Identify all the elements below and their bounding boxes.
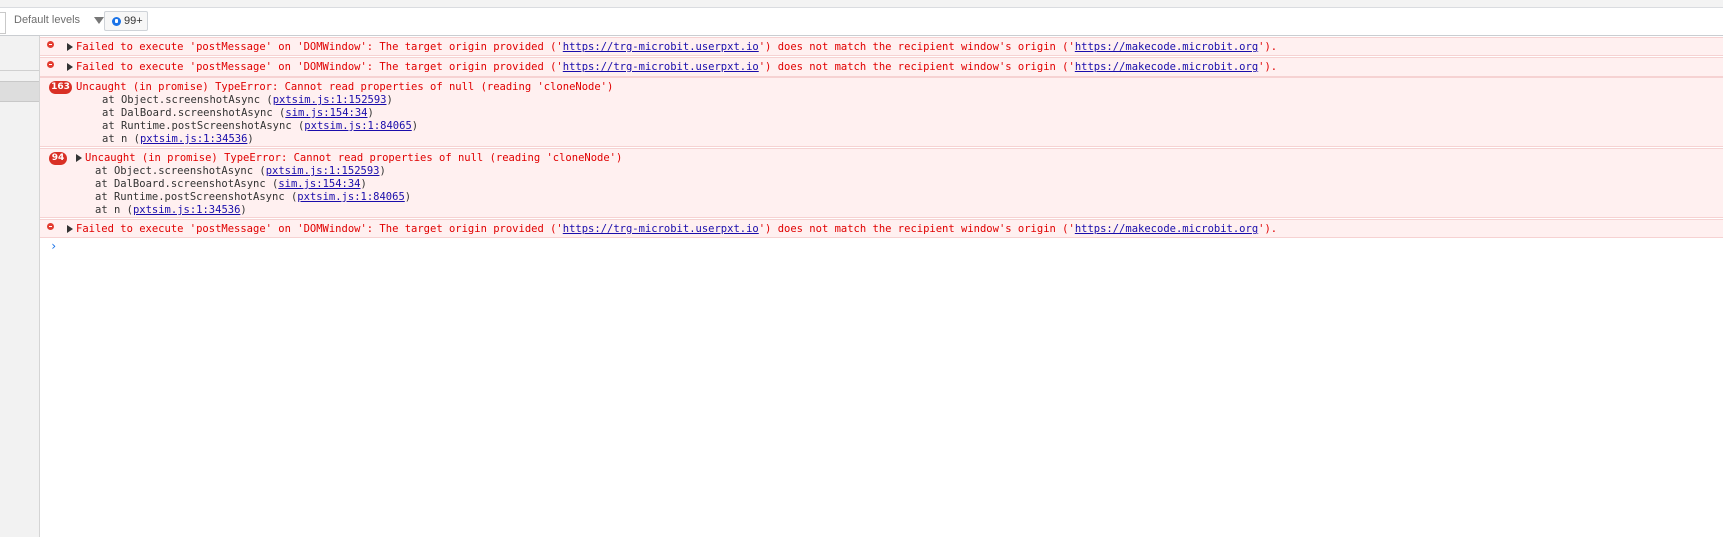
repeat-count-badge: 163	[49, 81, 72, 94]
console-message-error[interactable]: Failed to execute 'postMessage' on 'DOMW…	[40, 37, 1723, 56]
stack-frame: at n (pxtsim.js:1:34536)	[95, 204, 247, 216]
error-icon	[47, 223, 54, 230]
message-text: Failed to execute 'postMessage' on 'DOMW…	[76, 41, 1278, 53]
sidebar-item[interactable]	[0, 48, 39, 71]
stack-frame: at Runtime.postScreenshotAsync (pxtsim.j…	[95, 191, 412, 203]
recipient-link[interactable]: https://makecode.microbit.org	[1075, 41, 1258, 53]
console-message-error[interactable]: 94 Uncaught (in promise) TypeError: Cann…	[40, 148, 1723, 218]
message-text: Uncaught (in promise) TypeError: Cannot …	[85, 152, 623, 164]
console-sidebar	[0, 36, 40, 537]
expand-triangle-icon[interactable]	[67, 43, 73, 51]
stack-frame: at n (pxtsim.js:1:34536)	[102, 133, 254, 145]
message-text: Failed to execute 'postMessage' on 'DOMW…	[76, 61, 1278, 73]
console-message-error[interactable]: Failed to execute 'postMessage' on 'DOMW…	[40, 219, 1723, 238]
origin-link[interactable]: https://trg-microbit.userpxt.io	[563, 41, 759, 53]
expand-triangle-icon[interactable]	[67, 225, 73, 233]
message-text: Uncaught (in promise) TypeError: Cannot …	[76, 81, 614, 93]
top-strip	[0, 0, 1723, 8]
source-link[interactable]: pxtsim.js:1:34536	[140, 133, 247, 145]
sidebar-item-selected[interactable]	[0, 81, 39, 102]
recipient-link[interactable]: https://makecode.microbit.org	[1075, 223, 1258, 235]
console-message-error[interactable]: 163 Uncaught (in promise) TypeError: Can…	[40, 77, 1723, 147]
source-link[interactable]: sim.js:154:34	[278, 178, 360, 190]
console-message-error[interactable]: Failed to execute 'postMessage' on 'DOMW…	[40, 57, 1723, 77]
error-icon	[47, 61, 54, 68]
message-text: Failed to execute 'postMessage' on 'DOMW…	[76, 223, 1278, 235]
log-levels-dropdown[interactable]: Default levels	[14, 14, 80, 26]
console-prompt-icon[interactable]: ›	[50, 239, 57, 253]
issues-button[interactable]: 99+	[104, 11, 148, 31]
stack-frame: at Object.screenshotAsync (pxtsim.js:1:1…	[95, 165, 386, 177]
recipient-link[interactable]: https://makecode.microbit.org	[1075, 61, 1258, 73]
source-link[interactable]: pxtsim.js:1:152593	[273, 94, 387, 106]
console-messages: Failed to execute 'postMessage' on 'DOMW…	[40, 36, 1723, 537]
expand-triangle-icon[interactable]	[67, 63, 73, 71]
issues-count: 99+	[124, 15, 143, 27]
stack-frame: at DalBoard.screenshotAsync (sim.js:154:…	[102, 107, 374, 119]
chevron-down-icon[interactable]	[94, 17, 104, 24]
source-link[interactable]: sim.js:154:34	[285, 107, 367, 119]
error-icon	[47, 41, 54, 48]
stack-frame: at Object.screenshotAsync (pxtsim.js:1:1…	[102, 94, 393, 106]
source-link[interactable]: pxtsim.js:1:84065	[297, 191, 404, 203]
expand-triangle-icon[interactable]	[76, 154, 82, 162]
repeat-count-badge: 94	[49, 152, 67, 165]
stack-frame: at DalBoard.screenshotAsync (sim.js:154:…	[95, 178, 367, 190]
origin-link[interactable]: https://trg-microbit.userpxt.io	[563, 223, 759, 235]
filter-input-edge[interactable]	[0, 12, 6, 34]
origin-link[interactable]: https://trg-microbit.userpxt.io	[563, 61, 759, 73]
source-link[interactable]: pxtsim.js:1:152593	[266, 165, 380, 177]
source-link[interactable]: pxtsim.js:1:34536	[133, 204, 240, 216]
console-toolbar: Default levels 99+	[0, 8, 1723, 36]
issues-icon	[112, 17, 121, 26]
stack-frame: at Runtime.postScreenshotAsync (pxtsim.j…	[102, 120, 419, 132]
source-link[interactable]: pxtsim.js:1:84065	[304, 120, 411, 132]
